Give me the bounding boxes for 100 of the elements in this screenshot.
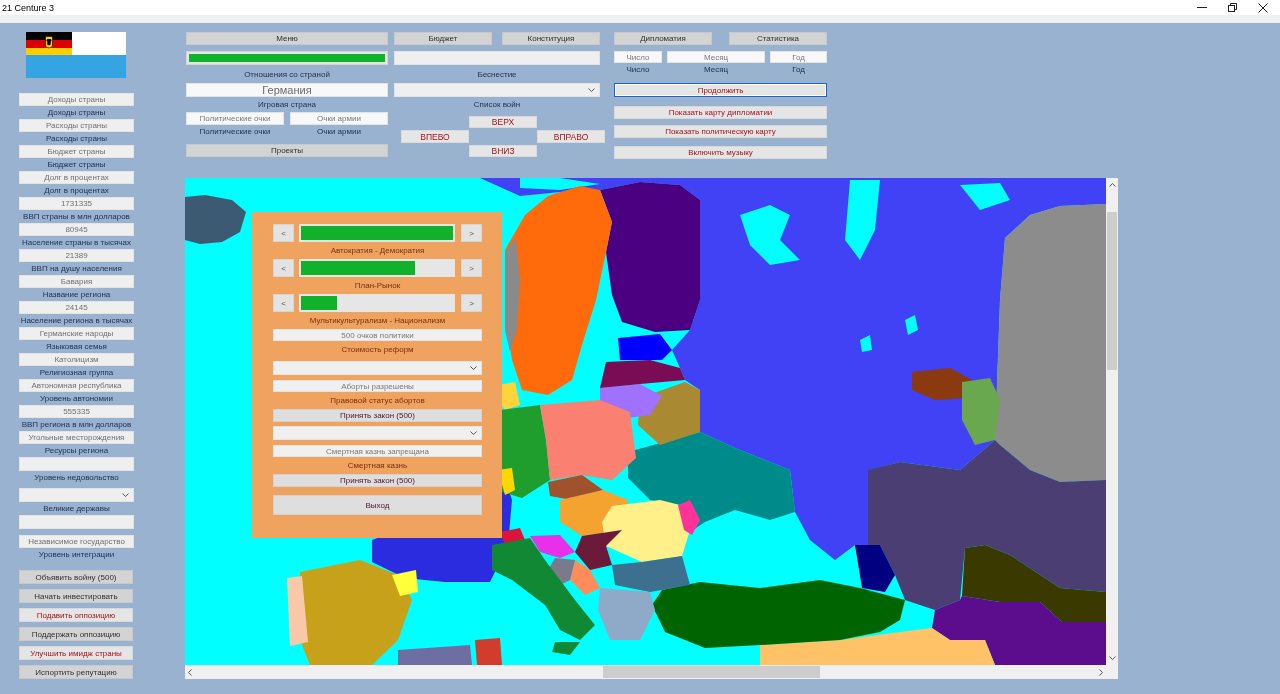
- chevron-down-icon[interactable]: [1108, 656, 1116, 660]
- date-label: Число: [626, 65, 650, 74]
- text-field[interactable]: [394, 51, 600, 65]
- field-label: Уровень автономии: [40, 394, 113, 403]
- text-field[interactable]: [19, 515, 134, 529]
- nav-button[interactable]: Статистика: [729, 32, 827, 45]
- pass-law-button[interactable]: Принять закон (500): [273, 409, 482, 422]
- decrease-button[interactable]: <: [273, 294, 294, 312]
- scroll-map-button[interactable]: ВПЕВО: [401, 130, 469, 143]
- increase-button[interactable]: >: [461, 259, 482, 277]
- date-label: Месяц: [703, 65, 729, 74]
- slider-track[interactable]: [299, 259, 455, 277]
- field-label: Ресурсы региона: [44, 446, 109, 455]
- field-label: Уровень недовольство: [34, 473, 119, 482]
- slider-track[interactable]: [299, 294, 455, 312]
- dropdown[interactable]: [19, 488, 134, 502]
- nav-button[interactable]: Дипломатия: [614, 32, 712, 45]
- action-button[interactable]: Включить музыку: [614, 146, 827, 159]
- text-field[interactable]: Бюджет страны: [19, 145, 134, 158]
- text-field[interactable]: Германские народы: [19, 327, 134, 340]
- decrease-button[interactable]: <: [273, 259, 294, 277]
- restore-icon[interactable]: [1228, 3, 1237, 12]
- flag-icon: [26, 32, 126, 78]
- date-label: Год: [792, 65, 805, 74]
- nav-button[interactable]: Конституция: [502, 32, 600, 45]
- text-field[interactable]: 555335: [19, 405, 134, 418]
- text-field[interactable]: 21389: [19, 249, 134, 262]
- field-label: Население страны в тысячах: [22, 238, 131, 247]
- field-label: Религиозная группа: [39, 368, 114, 377]
- minimize-icon[interactable]: [1197, 7, 1207, 8]
- horizontal-scrollbar[interactable]: [185, 665, 1118, 679]
- action-button[interactable]: Показать политическую карту: [614, 125, 827, 138]
- increase-button[interactable]: >: [461, 294, 482, 312]
- chevron-up-icon[interactable]: [1108, 183, 1116, 187]
- text-field[interactable]: Независимое государство: [19, 535, 134, 548]
- window-title: 21 Centure 3: [2, 2, 55, 13]
- field-label: Доходы страны: [47, 108, 106, 117]
- scrollbar-thumb[interactable]: [603, 666, 820, 678]
- pass-law-button[interactable]: Принять закон (500): [273, 474, 482, 487]
- text-field[interactable]: 1731335: [19, 197, 134, 210]
- action-button[interactable]: Объявить войну (500): [19, 570, 133, 584]
- text-field[interactable]: Угольные месторождения: [19, 431, 134, 444]
- action-button[interactable]: Подавить оппозицию: [19, 608, 133, 622]
- cost-field[interactable]: 500 очков политики: [273, 329, 482, 341]
- law-status-field[interactable]: Смертная казнь запрещана: [273, 445, 482, 457]
- scroll-map-button[interactable]: ВНИЗ: [469, 145, 537, 157]
- text-field[interactable]: Автономная республика: [19, 379, 134, 392]
- chevron-left-icon[interactable]: [188, 668, 192, 676]
- chevron-right-icon[interactable]: [1099, 668, 1103, 676]
- text-field[interactable]: Долг в процентах: [19, 171, 134, 184]
- increase-button[interactable]: >: [461, 224, 482, 242]
- field-label: Уровень интеграции: [38, 550, 115, 559]
- law-status-field[interactable]: Аборты разрешены: [273, 380, 482, 392]
- scrollbar-thumb[interactable]: [1107, 212, 1117, 370]
- slider-label: Автократия - Демократия: [330, 246, 425, 255]
- chevron-down-icon: [470, 431, 477, 435]
- chevron-down-icon: [588, 88, 595, 92]
- field-label: Расходы страны: [45, 134, 108, 143]
- action-button[interactable]: Показать карту дипломатии: [614, 106, 827, 119]
- action-button[interactable]: Улучшить имидж страны: [19, 646, 133, 660]
- wars-dropdown[interactable]: [394, 83, 600, 97]
- points-field[interactable]: Политические очки: [186, 112, 284, 125]
- country-field[interactable]: Германия: [186, 83, 388, 97]
- nav-button[interactable]: Бюджет: [394, 32, 492, 45]
- action-button[interactable]: Продолжить: [614, 83, 827, 97]
- law-dropdown[interactable]: [273, 426, 482, 440]
- text-field[interactable]: 24145: [19, 301, 134, 314]
- status-label: Беснестие: [477, 69, 517, 79]
- text-field[interactable]: Католицизм: [19, 353, 134, 366]
- menu-button[interactable]: Меню: [186, 32, 388, 45]
- exit-button[interactable]: Выход: [273, 495, 482, 515]
- scroll-map-button[interactable]: ВПРАВО: [537, 130, 605, 143]
- text-field[interactable]: Доходы страны: [19, 93, 134, 106]
- field-label: ВВП на душу населения: [31, 264, 122, 273]
- vertical-scrollbar[interactable]: [1106, 178, 1118, 665]
- text-field[interactable]: [19, 457, 134, 471]
- date-field[interactable]: Месяц: [667, 51, 765, 63]
- text-field[interactable]: Бавария: [19, 275, 134, 288]
- cost-label: Стоимость реформ: [341, 344, 414, 354]
- text-field[interactable]: Расходы страны: [19, 119, 134, 132]
- slider-label: Мультикультурализм - Национализм: [309, 316, 446, 325]
- scroll-map-button[interactable]: ВЕРХ: [469, 116, 537, 128]
- date-field[interactable]: Число: [614, 51, 662, 63]
- chevron-down-icon: [122, 493, 129, 497]
- action-button[interactable]: Испортить репутацию: [19, 665, 133, 679]
- law-dropdown[interactable]: [273, 361, 482, 375]
- field-label: Население региона в тысячах: [20, 316, 133, 325]
- text-field[interactable]: 80945: [19, 223, 134, 236]
- action-button[interactable]: Поддержать оппозицию: [19, 627, 133, 641]
- date-field[interactable]: Год: [770, 51, 827, 63]
- country-label: Игровая страна: [257, 100, 317, 109]
- close-icon[interactable]: [1258, 2, 1268, 13]
- decrease-button[interactable]: <: [273, 224, 294, 242]
- action-button[interactable]: Начать инвестировать: [19, 589, 133, 603]
- points-label: Политические очки: [199, 127, 271, 136]
- wars-label: Список войн: [473, 100, 521, 109]
- points-field[interactable]: Очки армии: [290, 112, 388, 125]
- field-label: ВВП региона в млн долларов: [21, 420, 132, 429]
- projects-button[interactable]: Проекты: [186, 144, 388, 157]
- chevron-down-icon: [470, 366, 477, 370]
